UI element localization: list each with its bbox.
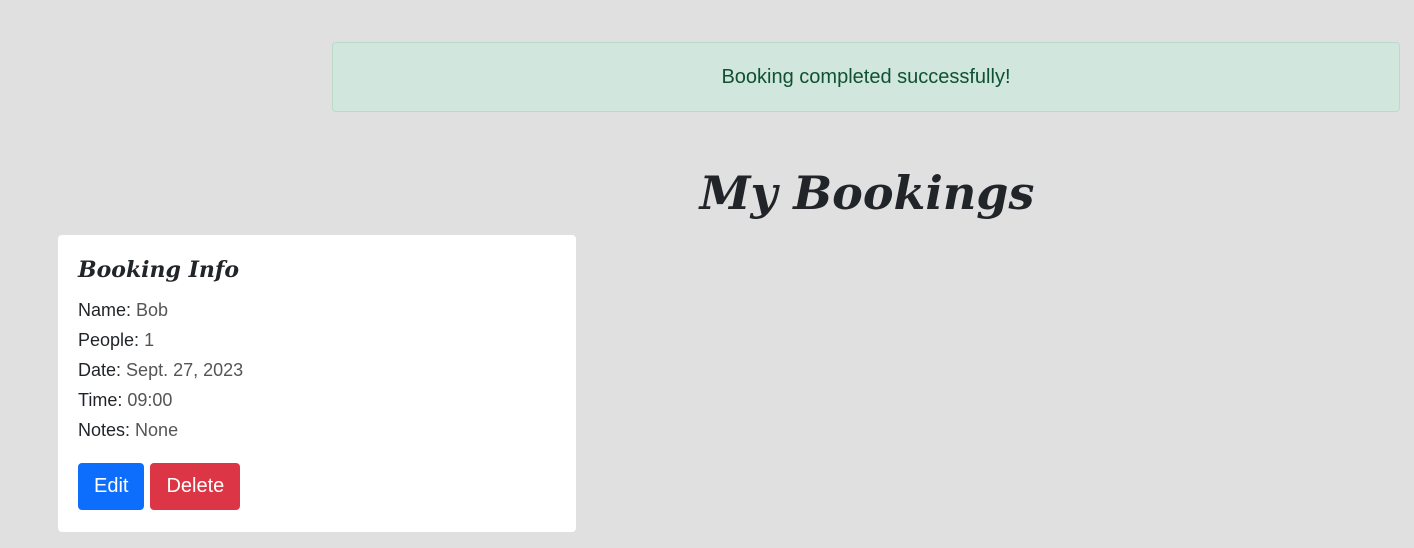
- alert-message: Booking completed successfully!: [721, 65, 1011, 88]
- booking-time: Time: 09:00: [78, 385, 556, 415]
- page-title: My Bookings: [699, 166, 1035, 220]
- booking-people: People: 1: [78, 325, 556, 355]
- field-value: None: [135, 420, 179, 440]
- booking-card: Booking Info Name: Bob People: 1 Date: S…: [58, 235, 576, 532]
- edit-button[interactable]: Edit: [78, 463, 145, 510]
- field-value: Bob: [136, 300, 169, 320]
- booking-name: Name: Bob: [78, 295, 556, 325]
- booking-date: Date: Sept. 27, 2023: [78, 355, 556, 385]
- field-label: Time:: [78, 390, 123, 410]
- field-value: Sept. 27, 2023: [126, 360, 244, 380]
- success-alert: Booking completed successfully!: [332, 42, 1400, 112]
- field-label: Notes:: [78, 420, 131, 440]
- field-label: Date:: [78, 360, 122, 380]
- card-title: Booking Info: [78, 257, 240, 283]
- field-value: 09:00: [127, 390, 173, 410]
- card-actions: Edit Delete: [78, 463, 556, 510]
- field-label: People:: [78, 330, 140, 350]
- booking-notes: Notes: None: [78, 415, 556, 445]
- field-label: Name:: [78, 300, 132, 320]
- delete-button[interactable]: Delete: [150, 463, 241, 510]
- field-value: 1: [144, 330, 155, 350]
